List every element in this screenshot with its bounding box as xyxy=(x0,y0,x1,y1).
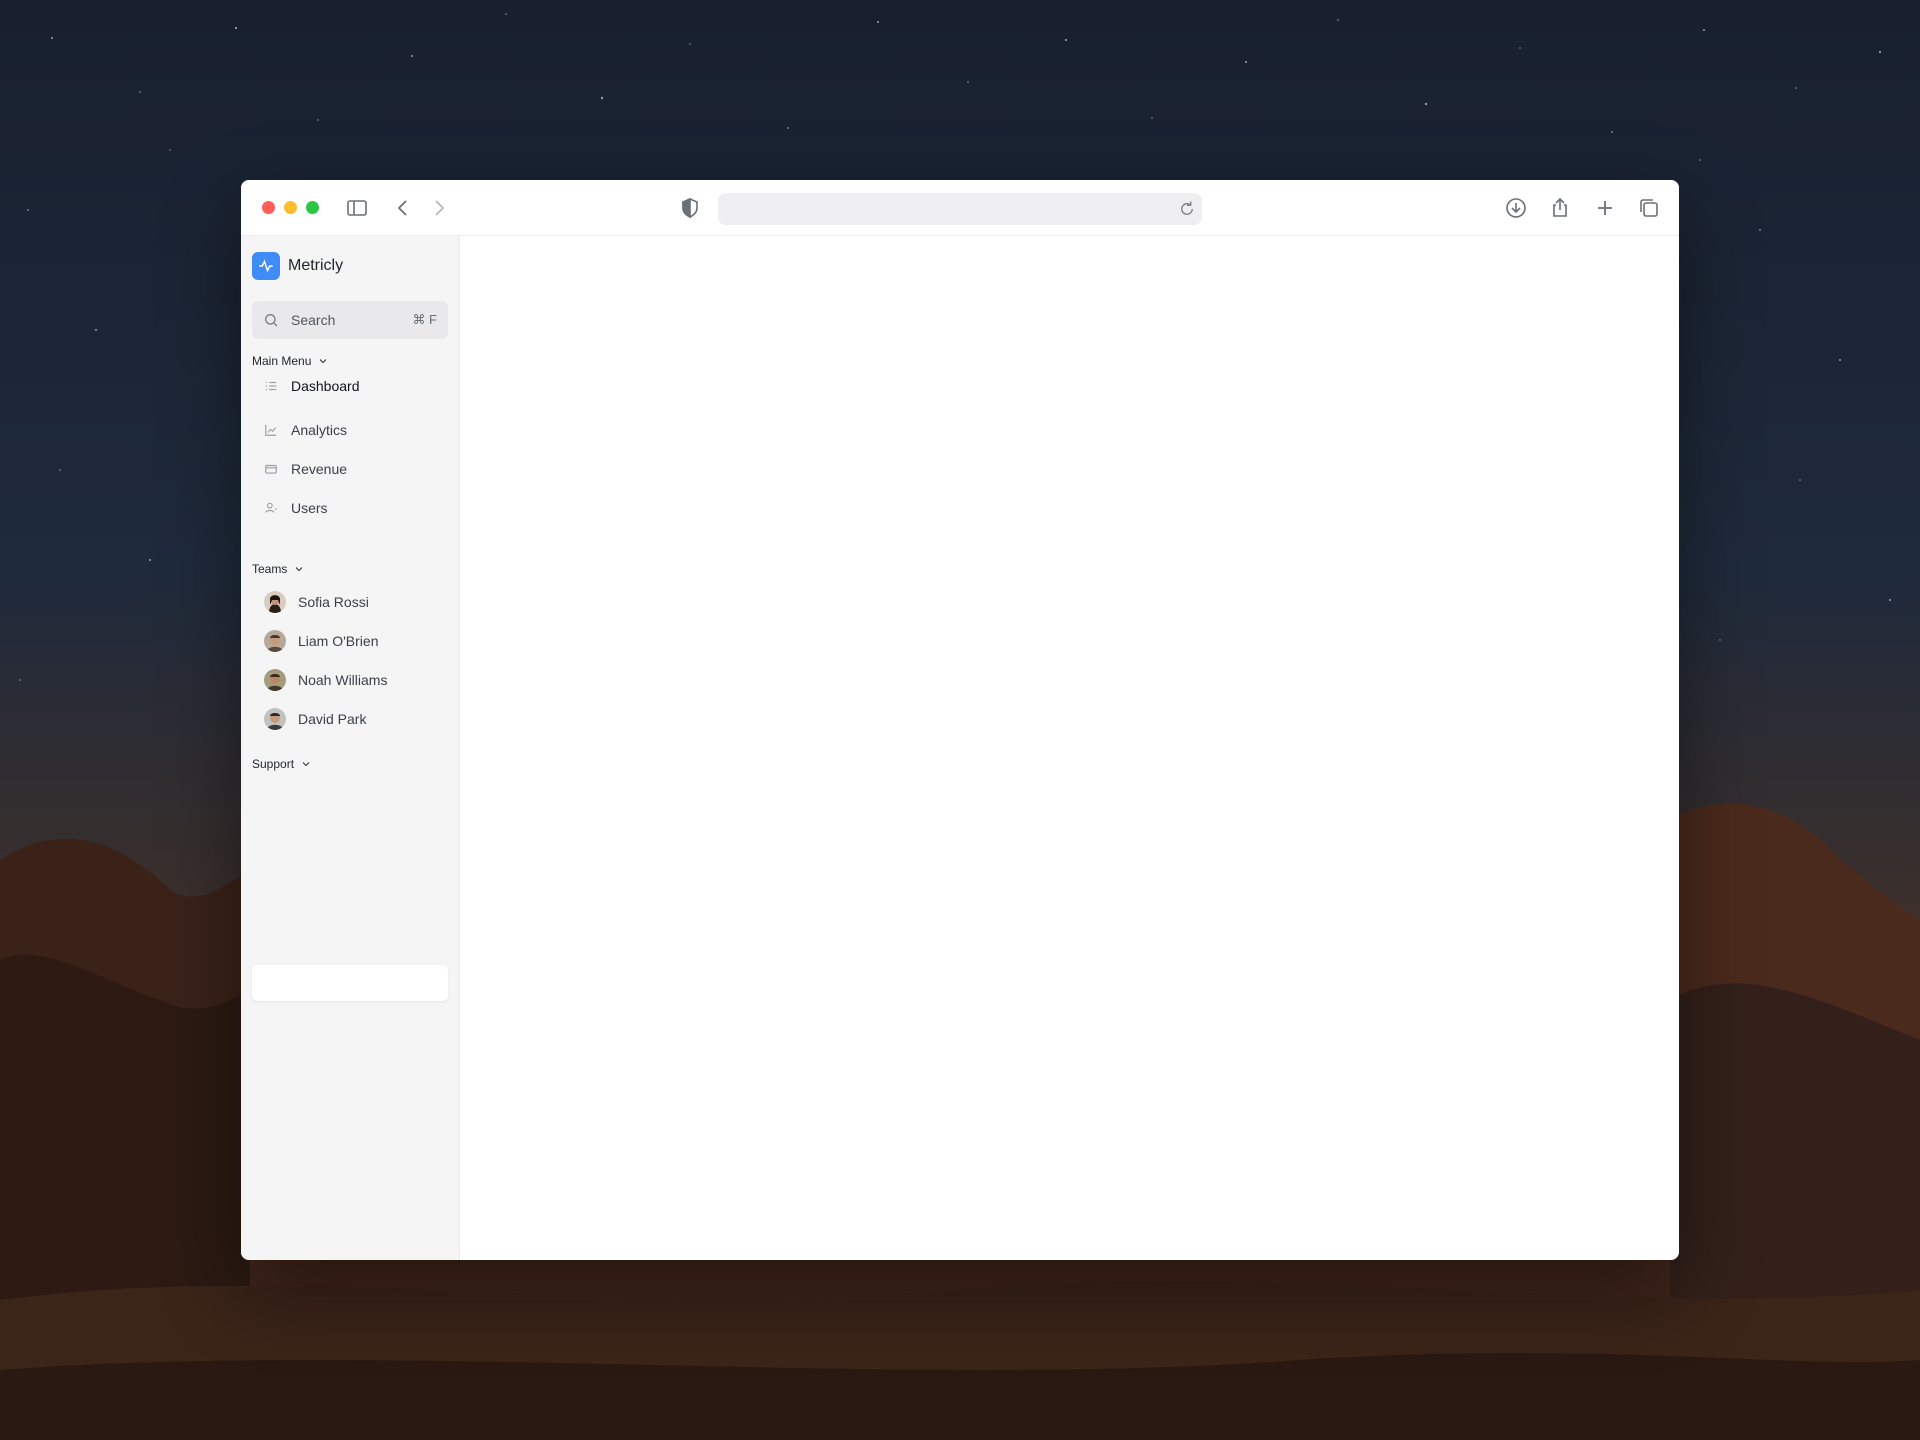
team-member-name: Noah Williams xyxy=(298,672,388,688)
close-window-button[interactable] xyxy=(262,201,275,214)
team-member-name: Liam O'Brien xyxy=(298,633,379,649)
sidebar-item-settings-row[interactable] xyxy=(252,965,448,1001)
download-icon[interactable] xyxy=(1504,196,1528,220)
teams-header[interactable]: Teams xyxy=(252,562,305,576)
tab-overview-icon[interactable] xyxy=(1637,196,1661,220)
brand-name: Metricly xyxy=(288,257,344,274)
chevron-down-icon xyxy=(295,567,303,572)
team-member-liam-obrien[interactable]: Liam O'Brien xyxy=(252,624,448,658)
address-bar[interactable] xyxy=(718,193,1202,225)
main-menu-title: Main Menu xyxy=(252,354,312,368)
share-icon[interactable] xyxy=(1548,196,1572,220)
team-member-name: Sofia Rossi xyxy=(298,594,369,610)
support-title: Support xyxy=(252,757,295,771)
brand[interactable]: Metricly xyxy=(252,252,343,280)
chevron-down-icon xyxy=(302,762,310,767)
teams-title: Teams xyxy=(252,562,288,576)
chart-icon xyxy=(265,424,277,436)
sidebar-item-analytics[interactable]: Analytics xyxy=(252,412,448,448)
avatar xyxy=(264,708,286,730)
minimize-window-button[interactable] xyxy=(284,201,297,214)
main-menu-header[interactable]: Main Menu xyxy=(252,354,329,368)
sidebar-item-revenue[interactable]: Revenue xyxy=(252,451,448,487)
pulse-logo-icon xyxy=(252,252,280,280)
browser-window: Metricly Search ⌘ F Main Menu Dashboard … xyxy=(241,180,1679,1260)
support-header[interactable]: Support xyxy=(252,757,312,771)
sidebar-item-label: Revenue xyxy=(291,461,348,477)
browser-toolbar xyxy=(241,180,1679,236)
list-icon xyxy=(265,381,277,391)
search-input[interactable]: Search ⌘ F xyxy=(252,301,448,339)
forward-icon[interactable] xyxy=(427,196,451,220)
team-member-sofia-rossi[interactable]: Sofia Rossi xyxy=(252,585,448,619)
sidebar: Metricly Search ⌘ F Main Menu Dashboard … xyxy=(241,236,460,1260)
avatar xyxy=(264,630,286,652)
wallet-icon xyxy=(265,464,277,474)
search-icon xyxy=(265,314,278,327)
back-icon[interactable] xyxy=(391,196,415,220)
chevron-down-icon xyxy=(320,359,327,364)
sidebar-item-label: Users xyxy=(291,500,328,516)
sidebar-item-label: Dashboard xyxy=(291,378,360,394)
sidebar-item-label: Analytics xyxy=(291,422,348,438)
search-shortcut: ⌘ F xyxy=(412,312,437,327)
maximize-window-button[interactable] xyxy=(306,201,319,214)
sidebar-item-users[interactable]: Users xyxy=(252,490,448,526)
privacy-shield-icon[interactable] xyxy=(678,196,702,220)
avatar xyxy=(264,669,286,691)
metricly-app: Metricly Search ⌘ F Main Menu Dashboard … xyxy=(241,236,1679,1260)
sidebar-toggle-icon[interactable] xyxy=(345,196,369,220)
reload-icon[interactable] xyxy=(1178,200,1196,218)
team-member-noah-williams[interactable]: Noah Williams xyxy=(252,663,448,697)
search-placeholder: Search xyxy=(291,312,336,328)
sidebar-item-dashboard[interactable]: Dashboard xyxy=(252,368,448,404)
user-icon xyxy=(265,502,277,513)
new-tab-icon[interactable] xyxy=(1593,196,1617,220)
avatar xyxy=(264,591,286,613)
team-member-name: David Park xyxy=(298,711,367,727)
team-member-david-park[interactable]: David Park xyxy=(252,702,448,736)
